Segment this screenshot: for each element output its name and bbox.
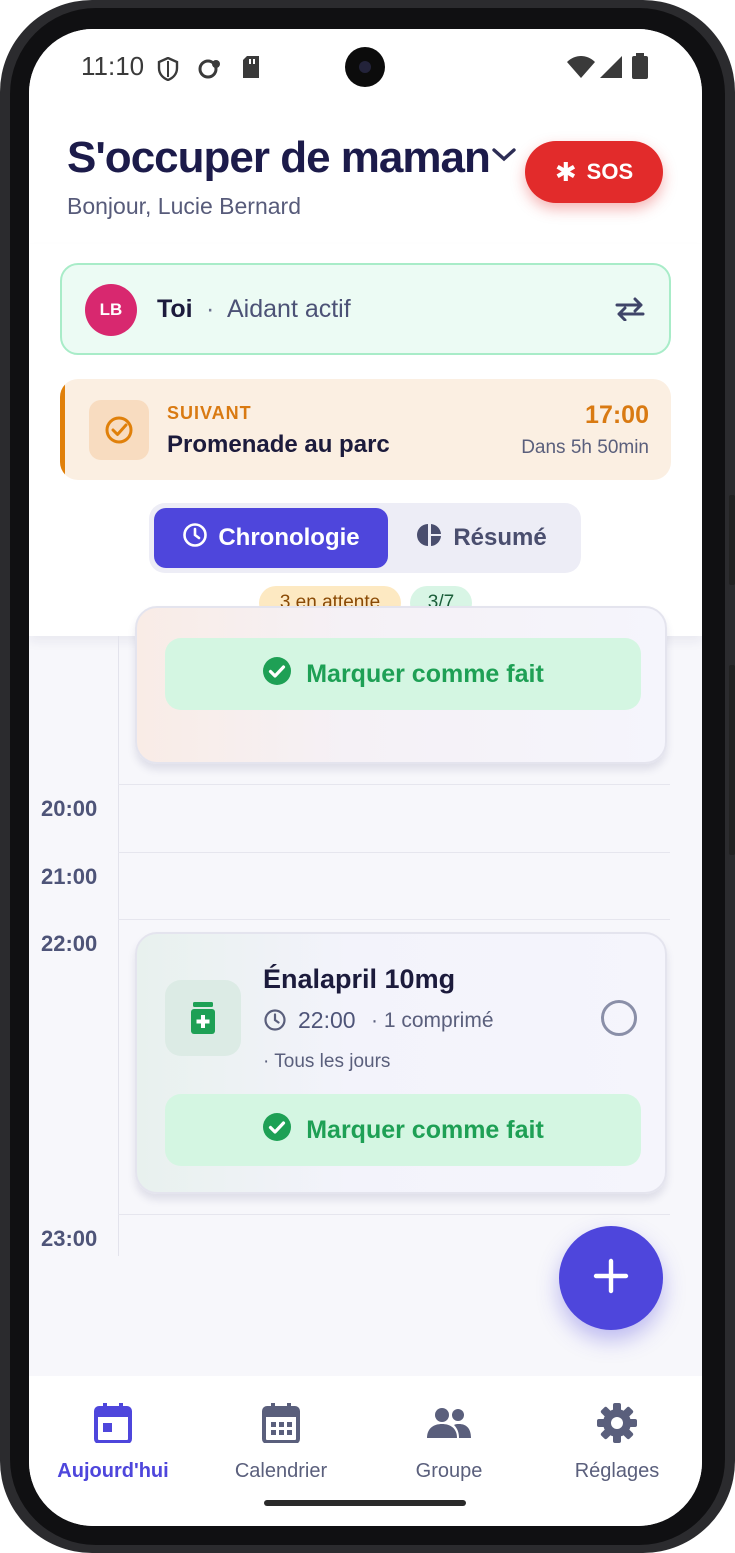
- check-circle-icon: [262, 656, 292, 693]
- bottom-navigation: Aujourd'hui Calendrier Groupe Réglages: [29, 1376, 702, 1526]
- pill-bottle-icon: [165, 980, 241, 1056]
- app-header: S'occuper de maman Bonjour, Lucie Bernar…: [29, 109, 702, 244]
- signal-icon: [599, 55, 623, 84]
- avatar: LB: [85, 284, 137, 336]
- timeline-axis: [118, 636, 119, 1256]
- status-time: 11:10: [81, 51, 145, 81]
- hour-label: 22:00: [41, 931, 98, 956]
- add-button[interactable]: [559, 1226, 663, 1330]
- medication-card[interactable]: Énalapril 10mg 22:00 · 1 comprimé · Tous…: [135, 932, 667, 1194]
- sos-label: SOS: [586, 159, 634, 184]
- wifi-icon: [566, 55, 596, 84]
- medication-dose: · 1 comprimé: [371, 1009, 494, 1032]
- mark-done-label: Marquer comme fait: [306, 659, 544, 688]
- nav-item-settings[interactable]: Réglages: [533, 1400, 701, 1483]
- home-indicator[interactable]: [264, 1500, 466, 1506]
- clock-icon: [263, 1008, 287, 1037]
- medication-frequency: · Tous les jours: [263, 1051, 391, 1072]
- medication-checkbox[interactable]: [601, 1000, 637, 1036]
- gear-icon: [596, 1400, 638, 1446]
- hour-divider: [118, 852, 670, 853]
- active-caregiver-card[interactable]: LB Toi · Aidant actif: [60, 263, 671, 355]
- tab-chronologie[interactable]: Chronologie: [154, 508, 388, 568]
- volume-button: [729, 495, 735, 585]
- hour-label: 20:00: [41, 796, 98, 821]
- hour-divider: [118, 784, 670, 785]
- nav-label: Aujourd'hui: [57, 1460, 169, 1482]
- nav-label: Groupe: [415, 1460, 483, 1482]
- pie-chart-icon: [417, 522, 443, 555]
- group-icon: [426, 1400, 472, 1446]
- medication-name: Énalapril 10mg: [263, 964, 456, 994]
- battery-icon: [632, 53, 648, 84]
- hour-label: 21:00: [41, 864, 98, 889]
- page-title[interactable]: S'occuper de maman: [67, 133, 491, 183]
- next-event-title: Promenade au parc: [167, 431, 390, 458]
- mark-done-button[interactable]: Marquer comme fait: [165, 1094, 641, 1166]
- app-screen: 11:10 S'occuper de maman Bonjour, Lucie …: [29, 29, 702, 1526]
- shield-icon: [157, 56, 179, 86]
- hour-label: 23:00: [41, 1226, 98, 1251]
- tab-label: Résumé: [453, 524, 547, 551]
- summary-panel: LB Toi · Aidant actif SUIVANT Promenade …: [29, 244, 702, 636]
- hour-divider: [118, 1214, 670, 1215]
- caregiver-separator: ·: [206, 295, 215, 323]
- front-camera: [345, 47, 385, 87]
- sos-button[interactable]: ✱ SOS: [525, 141, 663, 203]
- asterisk-icon: ✱: [554, 156, 577, 187]
- check-circle-icon: [262, 1112, 292, 1149]
- tab-resume[interactable]: Résumé: [388, 508, 576, 568]
- sd-card-icon: [241, 55, 261, 84]
- next-event-countdown: Dans 5h 50min: [521, 437, 649, 458]
- caregiver-role: Aidant actif: [227, 295, 351, 323]
- calendar-today-icon: [94, 1400, 132, 1446]
- chevron-down-icon[interactable]: [491, 147, 517, 168]
- timeline-event-card[interactable]: Marquer comme fait: [135, 606, 667, 764]
- status-bar: 11:10: [29, 29, 702, 109]
- nav-label: Calendrier: [234, 1460, 328, 1482]
- hour-divider: [118, 919, 670, 920]
- device-frame: 11:10 S'occuper de maman Bonjour, Lucie …: [0, 0, 735, 1553]
- sync-icon: [196, 57, 222, 84]
- nav-item-calendar[interactable]: Calendrier: [197, 1400, 365, 1483]
- caregiver-name: Toi: [157, 295, 193, 323]
- next-event-card[interactable]: SUIVANT Promenade au parc 17:00 Dans 5h …: [60, 379, 671, 480]
- medication-time: 22:00: [298, 1007, 356, 1033]
- swap-icon[interactable]: [614, 297, 646, 326]
- mark-done-button[interactable]: Marquer comme fait: [165, 638, 641, 710]
- check-circle-icon: [89, 400, 149, 460]
- view-toggle: Chronologie Résumé: [149, 503, 581, 573]
- nav-label: Réglages: [574, 1460, 660, 1482]
- tab-label: Chronologie: [218, 524, 360, 551]
- plus-icon: [593, 1258, 629, 1299]
- greeting-text: Bonjour, Lucie Bernard: [67, 193, 301, 219]
- nav-item-group[interactable]: Groupe: [365, 1400, 533, 1483]
- mark-done-label: Marquer comme fait: [306, 1115, 544, 1144]
- calendar-month-icon: [262, 1400, 300, 1446]
- next-event-time: 17:00: [585, 401, 649, 429]
- nav-item-today[interactable]: Aujourd'hui: [29, 1400, 197, 1483]
- power-button: [729, 665, 735, 855]
- clock-icon: [182, 522, 208, 555]
- next-event-kicker: SUIVANT: [167, 403, 252, 423]
